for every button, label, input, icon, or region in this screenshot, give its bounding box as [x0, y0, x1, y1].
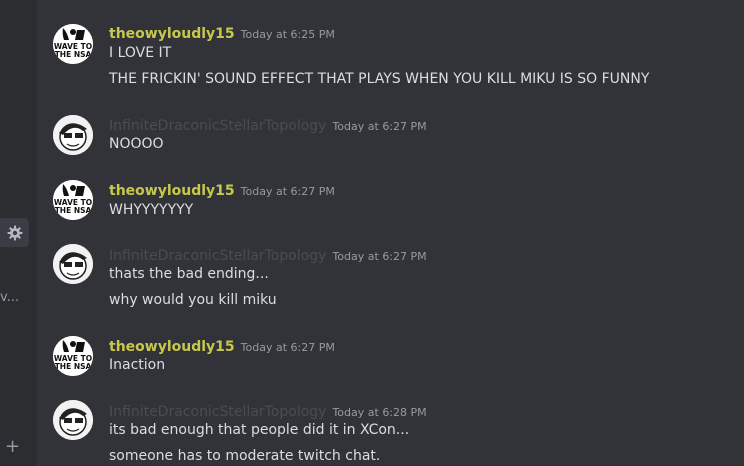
message-header: theowyloudly15 Today at 6:27 PM: [109, 336, 335, 355]
timestamp: Today at 6:28 PM: [332, 406, 427, 419]
author-name[interactable]: theowyloudly15: [109, 183, 235, 199]
timestamp: Today at 6:25 PM: [240, 28, 335, 41]
settings-button[interactable]: [0, 218, 29, 247]
message-text: its bad enough that people did it in XCo…: [109, 422, 410, 438]
timestamp: Today at 6:27 PM: [332, 120, 427, 133]
message-text: I LOVE IT: [109, 45, 172, 61]
message-text: thats the bad ending...: [109, 266, 269, 282]
author-name[interactable]: InfiniteDraconicStellarTopology: [109, 404, 326, 420]
message-header: theowyloudly15 Today at 6:25 PM: [109, 23, 335, 42]
author-name[interactable]: InfiniteDraconicStellarTopology: [109, 248, 326, 264]
message-header: InfiniteDraconicStellarTopology Today at …: [109, 115, 427, 134]
message-header: InfiniteDraconicStellarTopology Today at …: [109, 401, 427, 420]
add-icon[interactable]: +: [5, 436, 20, 457]
avatar-caption: THE NSA: [55, 206, 92, 215]
truncated-channel-label: v...: [0, 290, 20, 305]
message-text: why would you kill miku: [109, 292, 277, 308]
author-name[interactable]: theowyloudly15: [109, 339, 235, 355]
avatar-caption: THE NSA: [55, 362, 92, 371]
avatar[interactable]: WAVE TO THE NSA: [53, 336, 93, 376]
message-text: THE FRICKIN' SOUND EFFECT THAT PLAYS WHE…: [109, 71, 650, 87]
message-text: someone has to moderate twitch chat.: [109, 448, 381, 464]
avatar[interactable]: WAVE TO THE NSA: [53, 24, 93, 64]
timestamp: Today at 6:27 PM: [240, 341, 335, 354]
author-name[interactable]: theowyloudly15: [109, 26, 235, 42]
avatar-caption: THE NSA: [55, 50, 92, 59]
author-name[interactable]: InfiniteDraconicStellarTopology: [109, 118, 326, 134]
avatar[interactable]: [53, 115, 93, 155]
message-header: InfiniteDraconicStellarTopology Today at …: [109, 245, 427, 264]
avatar[interactable]: [53, 400, 93, 440]
timestamp: Today at 6:27 PM: [240, 185, 335, 198]
timestamp: Today at 6:27 PM: [332, 250, 427, 263]
avatar[interactable]: [53, 244, 93, 284]
message-header: theowyloudly15 Today at 6:27 PM: [109, 180, 335, 199]
gear-icon: [7, 225, 22, 240]
message-text: WHYYYYYYY: [109, 202, 194, 218]
channel-sidebar: v... +: [0, 0, 37, 466]
avatar[interactable]: WAVE TO THE NSA: [53, 180, 93, 220]
message-text: NOOOO: [109, 136, 164, 152]
message-text: Inaction: [109, 357, 166, 373]
